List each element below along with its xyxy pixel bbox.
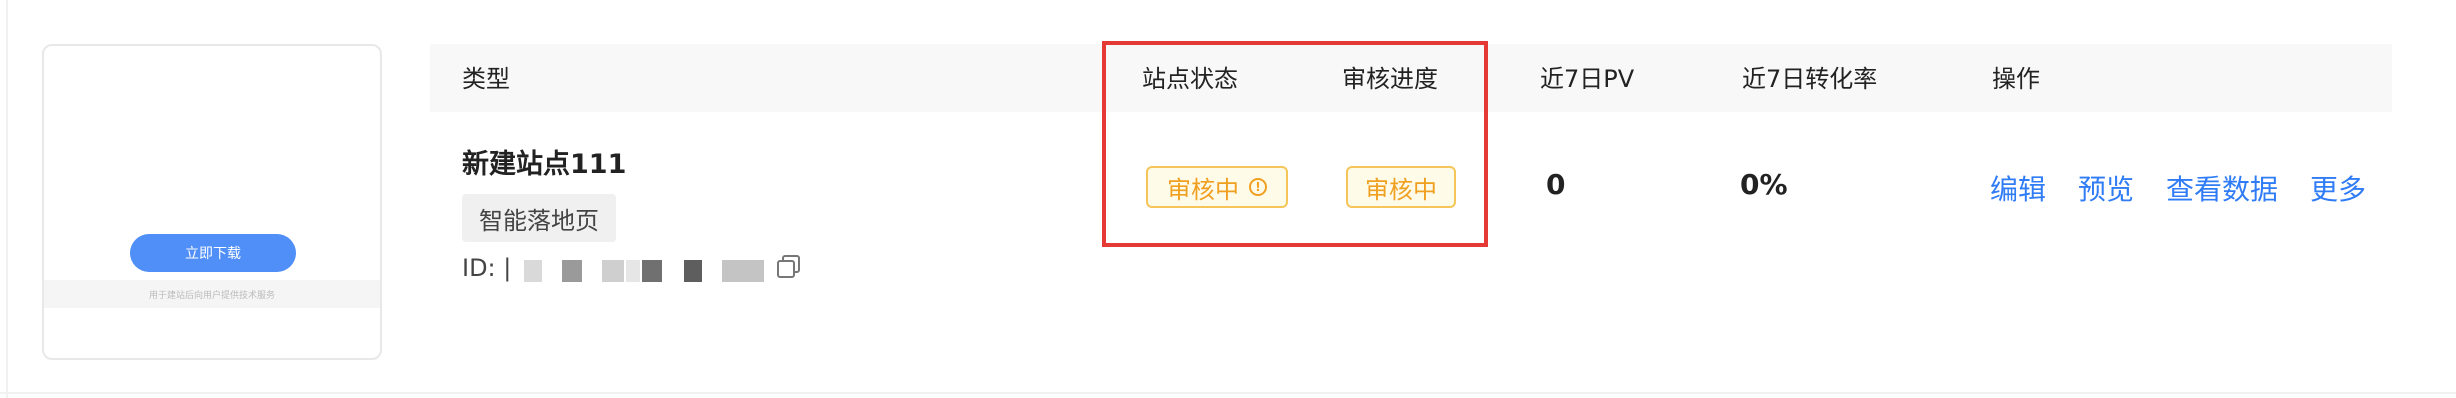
redacted-id-block — [642, 260, 662, 282]
review-progress-text: 审核中 — [1365, 175, 1437, 204]
edit-link[interactable]: 编辑 — [1990, 168, 2046, 208]
panel-bottom-border — [0, 392, 2456, 394]
site-status-badge[interactable]: 审核中 ! — [1146, 166, 1288, 208]
redacted-id-block — [602, 260, 624, 282]
panel-left-border — [6, 0, 8, 398]
header-conversion-7d: 近7日转化率 — [1742, 65, 1878, 93]
redacted-id-block — [524, 260, 542, 282]
header-actions: 操作 — [1992, 65, 2040, 93]
table-header: 类型 站点状态 审核进度 近7日PV 近7日转化率 操作 — [430, 44, 2392, 112]
site-type-tag: 智能落地页 — [462, 194, 616, 242]
header-type: 类型 — [462, 65, 510, 93]
site-id-label: ID: | — [462, 254, 512, 282]
view-data-link[interactable]: 查看数据 — [2166, 168, 2278, 208]
redacted-id-block — [684, 260, 702, 282]
pv-7d-value: 0 — [1546, 168, 1566, 201]
redacted-id-block — [562, 260, 582, 282]
site-name[interactable]: 新建站点111 — [462, 142, 626, 181]
copy-icon[interactable] — [776, 254, 802, 280]
redacted-id-block — [722, 260, 764, 282]
header-site-status: 站点状态 — [1142, 65, 1238, 93]
preview-link[interactable]: 预览 — [2078, 168, 2134, 208]
site-status-text: 审核中 — [1167, 175, 1239, 204]
warning-circle-icon[interactable]: ! — [1249, 178, 1267, 196]
conversion-7d-value: 0% — [1740, 168, 1788, 201]
more-link[interactable]: 更多 — [2310, 168, 2366, 208]
preview-footer-text: 用于建站后向用户提供技术服务 — [44, 280, 380, 308]
review-progress-badge: 审核中 — [1346, 166, 1456, 208]
header-pv-7d: 近7日PV — [1540, 65, 1635, 93]
site-preview-thumbnail[interactable]: 立即下载 用于建站后向用户提供技术服务 — [42, 44, 382, 360]
redacted-id-block — [626, 260, 640, 282]
preview-download-button: 立即下载 — [130, 234, 296, 272]
header-review-progress: 审核进度 — [1342, 65, 1438, 93]
